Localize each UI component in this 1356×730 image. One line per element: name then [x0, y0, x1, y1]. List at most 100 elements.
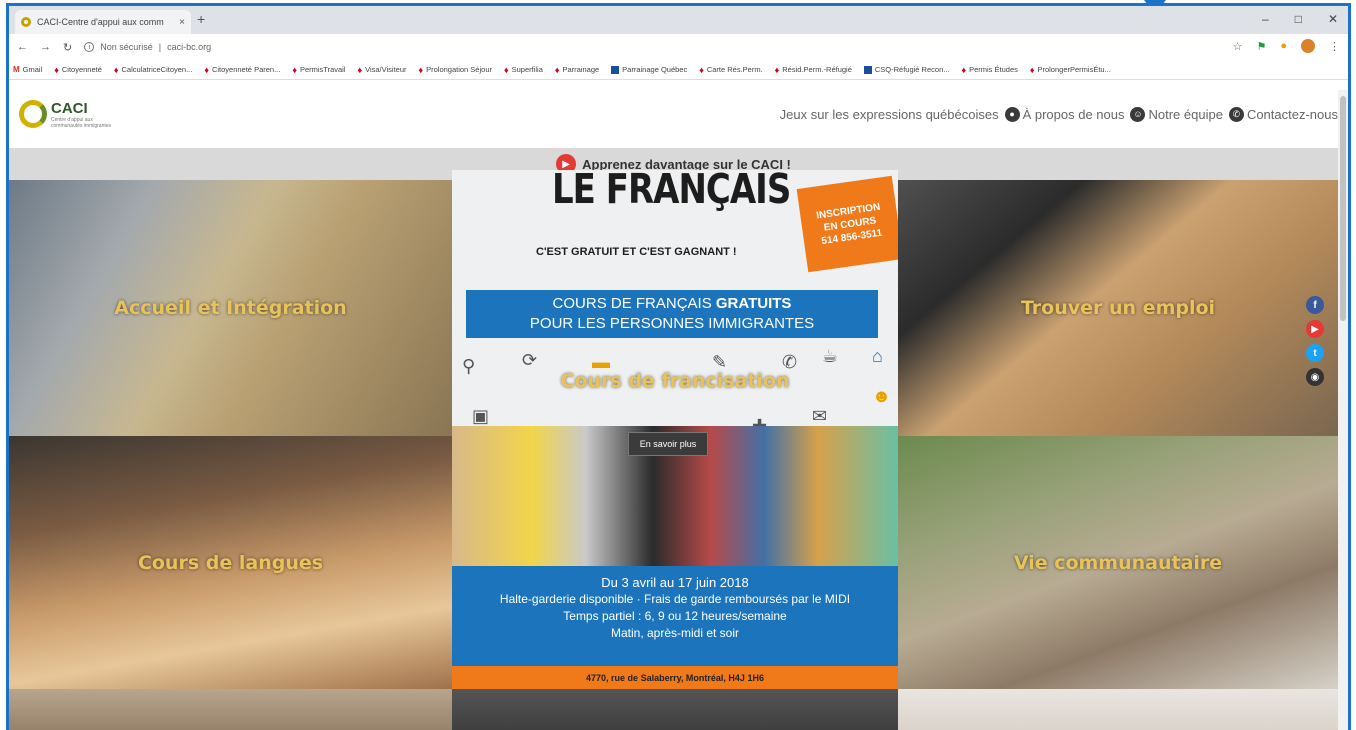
- social-links: f ▶ t ◉: [1306, 296, 1324, 386]
- browser-window: CACI-Centre d'appui aux comm × + – □ ✕ ←…: [6, 3, 1351, 730]
- maple-leaf-icon: ♦: [418, 64, 424, 75]
- reload-icon[interactable]: ↻: [63, 41, 72, 54]
- poster-details: Du 3 avril au 17 juin 2018 Halte-garderi…: [452, 566, 898, 666]
- contact-icon: ✆: [1228, 106, 1244, 122]
- nav-expressions[interactable]: Jeux sur les expressions québécoises: [780, 107, 999, 122]
- back-icon[interactable]: ←: [17, 41, 28, 53]
- forward-icon[interactable]: →: [40, 41, 51, 53]
- tile-langues[interactable]: Cours de langues: [9, 436, 452, 689]
- bookmark-item[interactable]: ♦ Prolongation Séjour: [419, 65, 492, 75]
- scrollbar-thumb[interactable]: [1340, 96, 1346, 321]
- bookmark-item[interactable]: ♦ Parrainage: [555, 65, 599, 75]
- browser-toolbar: ← → ↻ i Non sécurisé | caci-bc.org ☆ ⚑ ●…: [9, 34, 1348, 60]
- bookmark-item[interactable]: CSQ-Réfugié Recon...: [863, 65, 950, 74]
- bookmark-item[interactable]: ♦ Carte Rés.Perm.: [699, 65, 762, 75]
- tile-bottom-right[interactable]: [898, 689, 1338, 730]
- refresh-icon: ⟳: [522, 350, 538, 370]
- quebec-flag-icon: [863, 65, 872, 74]
- poster-tagline: C'EST GRATUIT ET C'EST GAGNANT !: [536, 246, 737, 258]
- house-icon: ⌂: [872, 346, 883, 366]
- main-nav: Jeux sur les expressions québécoises ● À …: [780, 106, 1338, 122]
- nav-team[interactable]: ☺ Notre équipe: [1130, 106, 1223, 122]
- tab-title: CACI-Centre d'appui aux comm: [37, 17, 164, 27]
- tab-strip: CACI-Centre d'appui aux comm × + – □ ✕: [9, 6, 1348, 34]
- address-bar[interactable]: i Non sécurisé | caci-bc.org: [84, 42, 211, 52]
- maple-leaf-icon: ♦: [357, 64, 363, 75]
- tile-label: Cours de francisation: [560, 370, 790, 392]
- window-controls: – □ ✕: [1262, 12, 1338, 26]
- maple-leaf-icon: ♦: [774, 64, 780, 75]
- team-icon: ☺: [1130, 106, 1146, 122]
- tile-communautaire[interactable]: Vie communautaire: [898, 436, 1338, 689]
- bookmark-item[interactable]: Parrainage Québec: [611, 65, 687, 74]
- extension-circle-icon[interactable]: ●: [1280, 40, 1287, 52]
- security-label: Non sécurisé: [100, 42, 153, 52]
- maximize-button[interactable]: □: [1295, 12, 1302, 26]
- tripadvisor-icon[interactable]: ◉: [1306, 368, 1324, 386]
- caci-favicon-icon: [21, 17, 31, 27]
- bookmarks-bar: M Gmail ♦ Citoyenneté ♦ CalculatriceCitoyen…: [9, 60, 1348, 80]
- maple-leaf-icon: ♦: [292, 64, 297, 75]
- learn-more-button[interactable]: En savoir plus: [628, 432, 708, 456]
- poster-free-courses: COURS DE FRANÇAIS GRATUITS POUR LES PERS…: [466, 290, 878, 338]
- site-header: CACI Centre d'appui aux communautés immi…: [9, 80, 1348, 148]
- tile-label: Vie communautaire: [1013, 551, 1223, 574]
- briefcase-icon: ▣: [472, 406, 490, 426]
- page-scrollbar[interactable]: [1338, 90, 1348, 730]
- maple-leaf-icon: ♦: [113, 64, 119, 75]
- tile-label: Accueil et Intégration: [114, 297, 347, 319]
- tile-bottom-middle[interactable]: [452, 689, 898, 730]
- info-circle-icon: ●: [1004, 106, 1020, 122]
- bookmark-item[interactable]: ♦ Citoyenneté Paren...: [204, 65, 280, 75]
- maple-leaf-icon: ♦: [54, 64, 59, 75]
- toolbar-extensions: ☆ ⚑ ● ⋮: [1233, 39, 1340, 53]
- menu-icon[interactable]: ⋮: [1329, 40, 1340, 53]
- maple-leaf-icon: ♦: [699, 64, 704, 75]
- youtube-icon[interactable]: ▶: [1306, 320, 1324, 338]
- tab-close-icon[interactable]: ×: [179, 17, 185, 28]
- tile-label: Cours de langues: [137, 551, 324, 574]
- bookmark-item[interactable]: ♦ Citoyenneté: [54, 65, 102, 75]
- maple-leaf-icon: ♦: [554, 64, 560, 75]
- bookmark-item[interactable]: ♦ CalculatriceCitoyen...: [114, 65, 192, 75]
- maple-leaf-icon: ♦: [504, 64, 509, 75]
- close-window-button[interactable]: ✕: [1328, 12, 1338, 26]
- tile-label: Trouver un emploi: [1020, 297, 1216, 319]
- bookmark-item[interactable]: ♦ ProlongerPermisÉtu...: [1030, 65, 1111, 75]
- maple-leaf-icon: ♦: [204, 64, 209, 75]
- poster-registration-badge: INSCRIPTION EN COURS 514 856-3511: [796, 175, 898, 273]
- facebook-icon[interactable]: f: [1306, 296, 1324, 314]
- poster-address: 4770, rue de Salaberry, Montréal, H4J 1H…: [452, 666, 898, 689]
- logo-name: CACI: [51, 99, 88, 117]
- url-text[interactable]: caci-bc.org: [167, 42, 211, 52]
- twitter-icon[interactable]: t: [1306, 344, 1324, 362]
- maple-leaf-icon: ♦: [961, 64, 967, 75]
- quebec-flag-icon: [611, 65, 620, 74]
- site-logo[interactable]: CACI Centre d'appui aux communautés immi…: [19, 100, 121, 129]
- extension-flag-icon[interactable]: ⚑: [1256, 40, 1266, 53]
- minimize-button[interactable]: –: [1262, 12, 1269, 26]
- bookmark-item[interactable]: ♦ Permis Études: [962, 65, 1018, 75]
- tile-bottom-left[interactable]: [9, 689, 452, 730]
- logo-ring-icon: [19, 100, 47, 128]
- star-icon[interactable]: ☆: [1233, 40, 1243, 53]
- nav-about[interactable]: ● À propos de nous: [1004, 106, 1124, 122]
- info-icon[interactable]: i: [84, 42, 95, 52]
- chat-icon: ✉: [812, 406, 828, 426]
- profile-avatar[interactable]: [1301, 39, 1315, 53]
- poster-headline: LE FRANÇAIS: [552, 170, 791, 214]
- logo-subtitle: Centre d'appui aux communautés immigrant…: [51, 116, 112, 129]
- nav-contact[interactable]: ✆ Contactez-nous: [1228, 106, 1338, 122]
- bookmark-item[interactable]: ♦ PermisTravail: [292, 65, 345, 75]
- bookmark-item[interactable]: M Gmail: [13, 65, 42, 74]
- francisation-poster[interactable]: LE FRANÇAIS C'EST GRATUIT ET C'EST GAGNA…: [452, 170, 898, 689]
- browser-tab[interactable]: CACI-Centre d'appui aux comm ×: [15, 10, 191, 34]
- new-tab-button[interactable]: +: [197, 11, 205, 27]
- tile-accueil[interactable]: Accueil et Intégration: [9, 180, 452, 436]
- gmail-icon: M: [13, 65, 20, 74]
- bookmark-item[interactable]: ♦ Résid.Perm.-Réfugié: [775, 65, 852, 75]
- bookmark-item[interactable]: ♦ Superfilia: [504, 65, 543, 75]
- tile-emploi[interactable]: Trouver un emploi: [898, 180, 1338, 436]
- maple-leaf-icon: ♦: [1029, 64, 1035, 75]
- bookmark-item[interactable]: ♦ Visa/Visiteur: [358, 65, 407, 75]
